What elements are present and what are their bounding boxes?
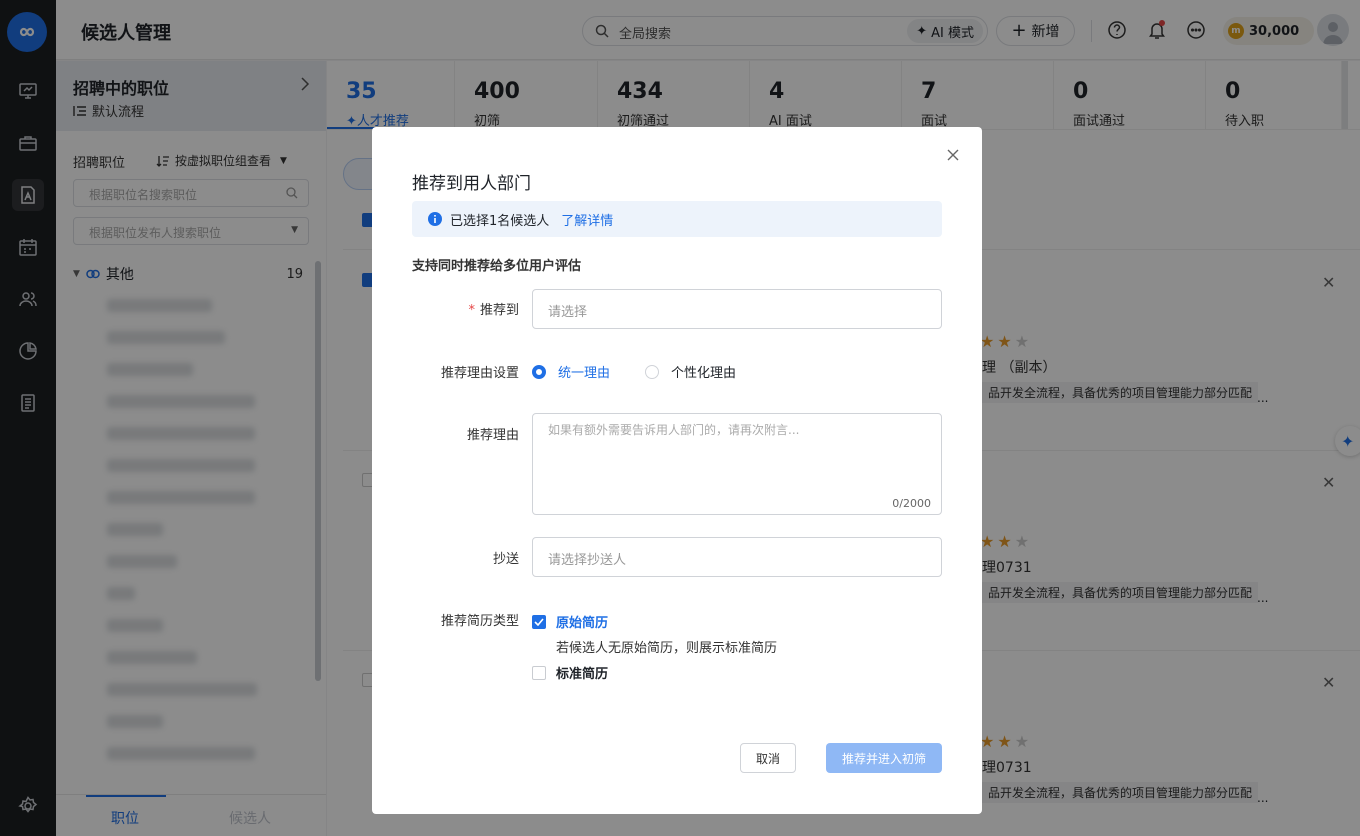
checkbox-label: 标准简历 [556, 667, 609, 682]
radio-dot [645, 364, 659, 379]
checkbox [532, 614, 546, 629]
cc-label: 抄送 [492, 552, 519, 567]
checkbox-original-resume[interactable]: 原始简历 [532, 612, 608, 631]
reason-placeholder: 如果有额外需要告诉用人部门的，请再次附言... [548, 423, 800, 437]
check-icon [534, 617, 544, 626]
radio-label: 统一理由 [558, 366, 611, 381]
close-icon[interactable] [946, 148, 960, 162]
checkbox [532, 665, 546, 680]
reason-textarea[interactable]: 如果有额外需要告诉用人部门的，请再次附言... 0/2000 [532, 413, 942, 515]
info-icon [428, 212, 442, 226]
reason-setting-label: 推荐理由设置 [440, 366, 519, 381]
recommend-dialog: 推荐到用人部门 已选择1名候选人 了解详情 支持同时推荐给多位用户评估 * 推荐到 … [372, 127, 982, 814]
info-text: 已选择1名候选人 [450, 213, 550, 229]
original-resume-note: 若候选人无原始简历，则展示标准简历 [556, 641, 778, 656]
resume-type-label: 推荐简历类型 [440, 614, 519, 629]
reason-label: 推荐理由 [466, 428, 519, 443]
dialog-title: 推荐到用人部门 [412, 174, 531, 194]
cancel-button[interactable]: 取消 [740, 743, 796, 773]
radio-unified-reason[interactable]: 统一理由 [532, 362, 610, 381]
cc-placeholder: 请选择抄送人 [548, 553, 627, 568]
required-mark: * [468, 303, 475, 318]
recommend-to-select[interactable]: 请选择 [532, 289, 942, 329]
checkbox-label: 原始简历 [556, 616, 609, 631]
char-counter: 0/2000 [892, 497, 931, 510]
radio-dot [532, 364, 546, 379]
radio-personal-reason[interactable]: 个性化理由 [645, 362, 736, 381]
multi-user-hint: 支持同时推荐给多位用户评估 [412, 259, 582, 274]
recommend-to-label: * 推荐到 [468, 303, 519, 318]
radio-label: 个性化理由 [671, 366, 737, 381]
recommend-to-placeholder: 请选择 [548, 305, 588, 320]
cc-select[interactable]: 请选择抄送人 [532, 537, 942, 577]
info-banner: 已选择1名候选人 了解详情 [412, 201, 942, 237]
checkbox-standard-resume[interactable]: 标准简历 [532, 663, 608, 682]
learn-more-link[interactable]: 了解详情 [561, 210, 613, 229]
recommend-submit-button[interactable]: 推荐并进入初筛 [826, 743, 942, 773]
